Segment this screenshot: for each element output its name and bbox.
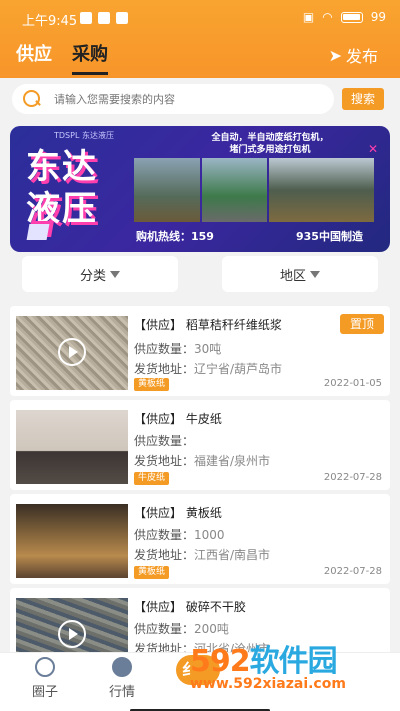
quantity-value: 200吨 xyxy=(194,622,229,636)
wifi-icon: ◠ xyxy=(322,10,333,24)
listing-thumbnail xyxy=(16,410,128,484)
address-value: 江西省/南昌市 xyxy=(194,548,271,562)
nav-market-label: 行情 xyxy=(108,685,135,700)
publish-label: 发布 xyxy=(345,47,378,66)
watermark-brand-number: 592 xyxy=(190,644,251,679)
machine-photo xyxy=(201,158,268,222)
listing-title: 【供应】 稻草秸秆纤维纸浆 xyxy=(134,318,282,332)
banner-made: 935中国制造 xyxy=(296,230,363,243)
watermark-url: www.592xiazai.com xyxy=(190,676,346,692)
quantity-value: 30吨 xyxy=(194,342,222,356)
banner-tag: TDSPL 东达液压 xyxy=(54,131,114,140)
watermark-brand-text: 软件园 xyxy=(249,644,338,679)
quantity-row: 供应数量：1000 xyxy=(134,526,225,543)
listing-title: 【供应】 破碎不干胶 xyxy=(134,600,246,614)
watermark: 592软件园 www.592xiazai.com xyxy=(190,636,346,692)
status-right: ▣ ◠ 99 xyxy=(303,10,386,24)
banner-headline: 全自动，半自动废纸打包机， 堵门式多用途打包机 xyxy=(211,133,329,155)
watermark-brand: 592软件园 xyxy=(190,644,338,679)
tab-purchase[interactable]: 采购 xyxy=(72,40,108,75)
listing-thumbnail xyxy=(16,316,128,390)
banner-hotline: 购机热线：159 xyxy=(136,230,214,243)
tab-supply[interactable]: 供应 xyxy=(16,40,52,75)
category-tag: 牛皮纸 xyxy=(134,472,170,485)
listing-date: 2022-01-05 xyxy=(323,378,382,389)
category-filter-label: 分类 xyxy=(79,268,106,284)
listing-card[interactable]: 【供应】 黄板纸 供应数量：1000 发货地址：江西省/南昌市 黄板纸 2022… xyxy=(10,494,390,584)
address-row: 发货地址：福建省/泉州市 xyxy=(134,452,270,469)
listing-title: 【供应】 牛皮纸 xyxy=(134,412,222,426)
quantity-label: 供应数量： xyxy=(134,434,195,448)
filter-bar: 分类 地区 xyxy=(0,256,400,294)
user-icon xyxy=(35,657,55,677)
listing-card[interactable]: 【供应】 稻草秸秆纤维纸浆 置顶 供应数量：30吨 发货地址：辽宁省/葫芦岛市 … xyxy=(10,306,390,396)
listing-title: 【供应】 黄板纸 xyxy=(134,506,222,520)
address-row: 发货地址：江西省/南昌市 xyxy=(134,546,270,563)
battery-icon xyxy=(340,11,363,23)
address-label: 发货地址： xyxy=(134,548,195,562)
status-bar: 上午9:45 ▣ ◠ 99 xyxy=(0,0,400,34)
sim-icon: ▣ xyxy=(302,10,315,24)
category-tag: 黄板纸 xyxy=(134,378,170,391)
nav-circle[interactable]: 圈子 xyxy=(15,657,75,700)
category-filter[interactable]: 分类 xyxy=(22,256,178,292)
nav-market[interactable]: 行情 xyxy=(92,657,152,700)
listing-card[interactable]: 【供应】 牛皮纸 供应数量： 发货地址：福建省/泉州市 牛皮纸 2022-07-… xyxy=(10,400,390,490)
category-tag: 黄板纸 xyxy=(134,566,170,579)
app-header: 上午9:45 ▣ ◠ 99 供应 采购 ➤ 发布 xyxy=(0,0,400,78)
banner-photos xyxy=(134,158,374,222)
search-input[interactable] xyxy=(54,92,314,106)
battery-level: 99 xyxy=(370,10,386,24)
publish-button[interactable]: ➤ 发布 xyxy=(329,43,378,67)
status-time: 上午9:45 xyxy=(22,14,78,29)
address-row: 发货地址：辽宁省/葫芦岛市 xyxy=(134,360,282,377)
quantity-label: 供应数量： xyxy=(134,622,195,636)
search-icon xyxy=(22,90,44,108)
banner-brand: 东达 液压 xyxy=(26,147,98,229)
caret-down-icon xyxy=(110,270,120,278)
address-label: 发货地址： xyxy=(134,454,195,468)
play-icon xyxy=(58,620,86,648)
quantity-row: 供应数量： xyxy=(134,432,194,449)
address-value: 福建省/泉州市 xyxy=(194,454,271,468)
notification-icon xyxy=(80,12,92,24)
quantity-row: 供应数量：200吨 xyxy=(134,620,229,637)
machine-photo xyxy=(269,158,374,222)
listing-thumbnail xyxy=(16,504,128,578)
play-icon xyxy=(58,338,86,366)
address-value: 辽宁省/葫芦岛市 xyxy=(194,362,283,376)
address-label: 发货地址： xyxy=(134,362,195,376)
machine-photo xyxy=(134,158,200,222)
region-filter[interactable]: 地区 xyxy=(222,256,378,292)
notification-icon xyxy=(116,12,128,24)
promo-banner[interactable]: TDSPL 东达液压 东达 液压 全自动，半自动废纸打包机， 堵门式多用途打包机… xyxy=(10,126,390,252)
trend-icon xyxy=(112,657,132,677)
notification-icon xyxy=(98,12,110,24)
top-tabs: 供应 采购 xyxy=(16,40,108,75)
quantity-label: 供应数量： xyxy=(134,342,195,356)
search-button[interactable]: 搜索 xyxy=(342,88,384,110)
close-icon: ✕ xyxy=(367,142,378,156)
quantity-value: 1000 xyxy=(194,528,225,542)
listing-date: 2022-07-28 xyxy=(323,566,382,577)
region-filter-label: 地区 xyxy=(279,268,306,284)
nav-circle-label: 圈子 xyxy=(31,685,58,700)
caret-down-icon xyxy=(310,270,320,278)
quantity-row: 供应数量：30吨 xyxy=(134,340,221,357)
search-box[interactable] xyxy=(12,84,334,114)
pinned-badge: 置顶 xyxy=(340,314,384,334)
quantity-label: 供应数量： xyxy=(134,528,195,542)
send-icon: ➤ xyxy=(328,45,342,65)
search-bar: 搜索 xyxy=(0,78,400,124)
cube-decoration xyxy=(26,224,50,240)
listing-date: 2022-07-28 xyxy=(323,472,382,483)
